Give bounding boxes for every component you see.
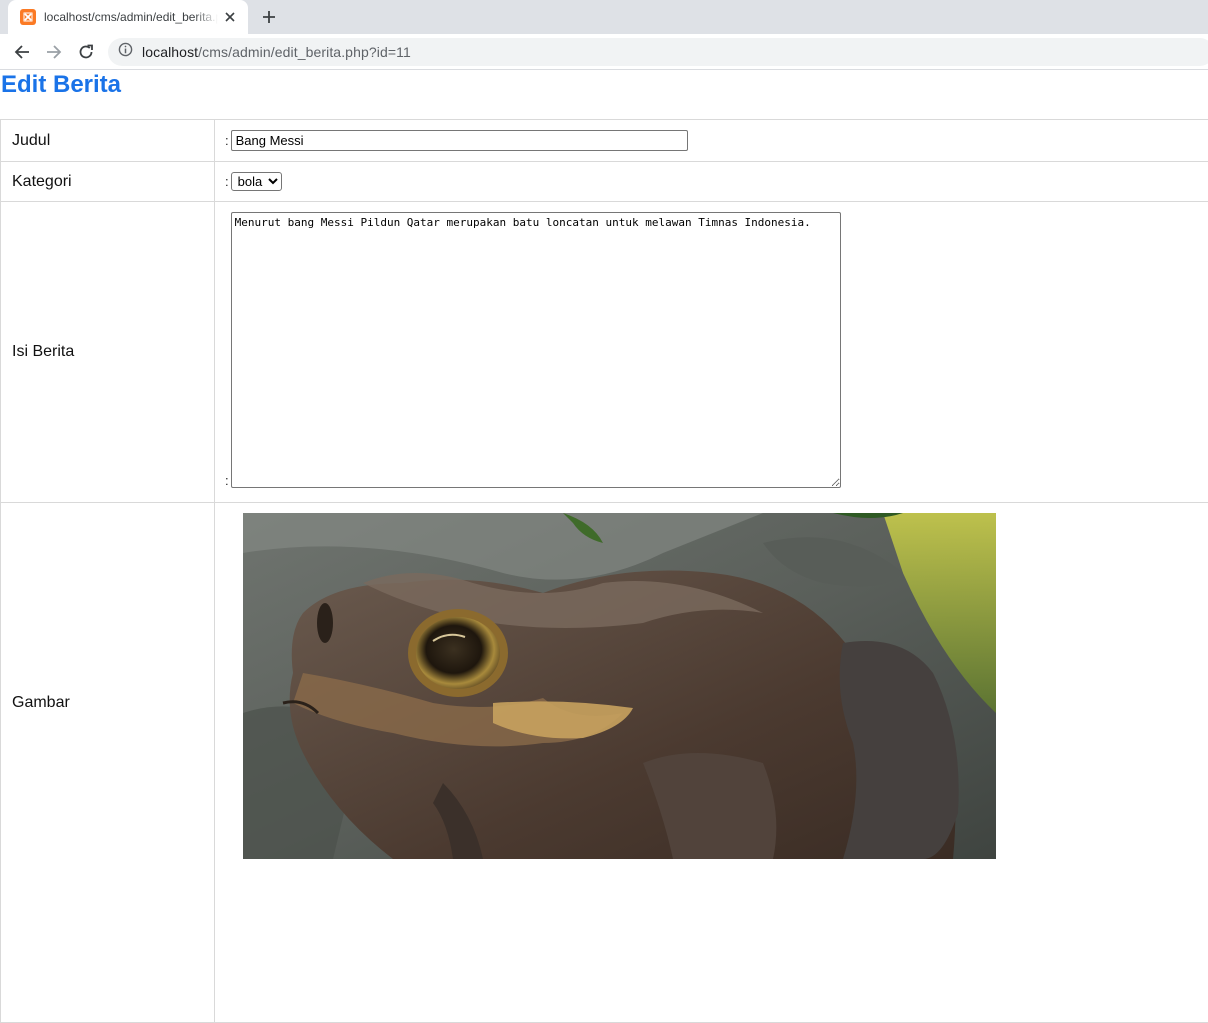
forward-arrow-icon[interactable] xyxy=(42,40,66,64)
close-icon[interactable] xyxy=(222,9,238,25)
reload-icon[interactable] xyxy=(74,40,98,64)
browser-tab[interactable]: localhost/cms/admin/edit_berita.php?id=1… xyxy=(8,0,248,34)
form-row-kategori: Kategori : bola xyxy=(1,162,1208,202)
browser-tabstrip: localhost/cms/admin/edit_berita.php?id=1… xyxy=(0,0,1208,34)
judul-input[interactable] xyxy=(231,130,688,151)
judul-label: Judul xyxy=(1,120,215,162)
kategori-select[interactable]: bola xyxy=(231,172,282,191)
browser-toolbar: localhost/cms/admin/edit_berita.php?id=1… xyxy=(0,34,1208,70)
separator-colon: : xyxy=(225,473,229,488)
new-tab-icon[interactable] xyxy=(259,7,279,27)
form-row-judul: Judul : xyxy=(1,120,1208,162)
address-bar[interactable]: localhost/cms/admin/edit_berita.php?id=1… xyxy=(108,38,1208,66)
tab-title: localhost/cms/admin/edit_berita.php?id=1… xyxy=(44,10,218,24)
back-arrow-icon[interactable] xyxy=(10,40,34,64)
separator-colon: : xyxy=(225,133,229,148)
xampp-favicon-icon xyxy=(20,9,36,25)
edit-form-table: Judul : Kategori : bola Isi Berita : Men… xyxy=(0,119,1208,1023)
gambar-label: Gambar xyxy=(1,503,215,1023)
form-row-isi: Isi Berita : Menurut bang Messi Pildun Q… xyxy=(1,202,1208,503)
page-title: Edit Berita xyxy=(1,71,121,99)
url-text[interactable]: localhost/cms/admin/edit_berita.php?id=1… xyxy=(142,44,411,60)
kategori-label: Kategori xyxy=(1,162,215,202)
info-icon[interactable] xyxy=(118,42,133,62)
separator-colon: : xyxy=(225,174,229,189)
form-row-gambar: Gambar xyxy=(1,503,1208,1023)
isi-label: Isi Berita xyxy=(1,202,215,503)
isi-textarea[interactable]: Menurut bang Messi Pildun Qatar merupaka… xyxy=(231,212,841,488)
frog-image xyxy=(243,513,996,859)
